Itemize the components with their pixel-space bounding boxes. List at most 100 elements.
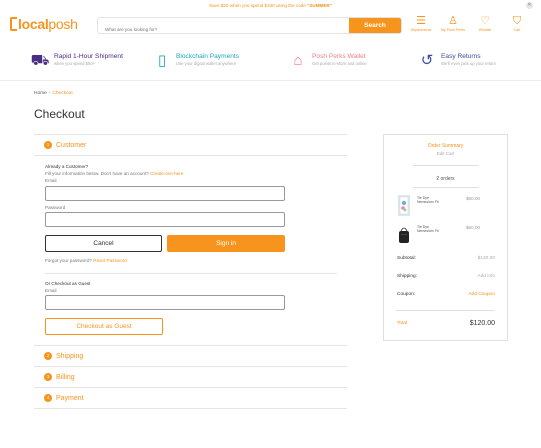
sign-in-button[interactable]: Sign in bbox=[167, 235, 285, 253]
forgot-password-text: Forgot your password? Reset Password bbox=[45, 258, 337, 265]
nav-label: Wishlist bbox=[478, 28, 492, 32]
site-header: localposh Search ☰ Departments ♙ My Posh… bbox=[0, 14, 541, 38]
checkout-steps: 1 Customer Already a Customer? Fill your… bbox=[34, 134, 347, 410]
user-icon: ♙ bbox=[448, 15, 458, 27]
guest-heading: Or Checkout as Guest bbox=[45, 280, 91, 286]
password-label: Password bbox=[45, 204, 66, 210]
step-number: 3 bbox=[44, 373, 52, 382]
feature-subtitle: when you spend $50+ bbox=[54, 61, 96, 66]
step-label: Payment bbox=[56, 394, 84, 402]
total-row: Total $120.00 bbox=[384, 320, 507, 327]
summary-divider bbox=[396, 310, 495, 311]
nav-label: My Posh Perks bbox=[440, 28, 466, 32]
feature-subtitle: Use your digital wallet anywhere bbox=[176, 61, 237, 66]
logo-sub: posh bbox=[48, 16, 78, 32]
step-shipping-header[interactable]: 2 Shipping bbox=[34, 345, 347, 366]
feature-title: Rapid 1-Hour Shipment bbox=[54, 53, 123, 60]
shipping-row: Shipping: Add info bbox=[384, 274, 507, 279]
subtotal-row: Subtotal: $120.00 bbox=[384, 256, 507, 261]
coupon-label: Coupon: bbox=[397, 292, 416, 297]
step-number: 4 bbox=[44, 394, 52, 403]
search-bar: Search bbox=[97, 17, 402, 34]
coupon-row: Coupon: Add Coupon bbox=[384, 292, 507, 297]
total-value: $120.00 bbox=[469, 320, 495, 327]
reset-password-link[interactable]: Reset Password bbox=[93, 258, 126, 263]
cart-item: Tie Dye Nemesium Fit $60.00 bbox=[396, 224, 496, 246]
breadcrumb-separator: › bbox=[48, 91, 51, 96]
feature-subtitle: Get points in-store and online bbox=[312, 61, 367, 66]
product-image bbox=[398, 195, 410, 216]
feature-title: Easy Returns bbox=[441, 53, 481, 60]
gift-icon: ⌂ bbox=[293, 52, 303, 69]
guest-email-field[interactable] bbox=[45, 295, 285, 311]
step-number: 2 bbox=[44, 352, 52, 361]
breadcrumb-home[interactable]: Home bbox=[34, 91, 47, 96]
item-price: $60.00 bbox=[466, 225, 481, 230]
phone-icon: ▯ bbox=[157, 52, 167, 69]
feature-title: Posh Perks Wallet bbox=[312, 53, 366, 60]
header-divider bbox=[0, 80, 541, 81]
total-label: Total bbox=[397, 321, 408, 326]
forgot-label: Forgot your password? bbox=[45, 258, 94, 264]
item-name: Tie Dye Nemesium Fit bbox=[417, 225, 439, 234]
already-customer-text: Already a Customer? bbox=[45, 164, 89, 169]
checkout-as-guest-button[interactable]: Checkout as Guest bbox=[45, 318, 163, 336]
logo-main: local bbox=[18, 16, 49, 32]
password-field[interactable] bbox=[45, 212, 285, 228]
features-strip: ⛟ Rapid 1-Hour Shipment when you spend $… bbox=[0, 51, 541, 71]
header-nav: ☰ Departments ♙ My Posh Perks ♡ Wishlist… bbox=[405, 15, 533, 32]
auth-buttons: Cancel Sign in bbox=[45, 235, 285, 253]
order-count: 2 orders bbox=[436, 176, 455, 182]
order-summary: Order Summary Edit Cart 2 orders Tie Dye… bbox=[383, 134, 508, 341]
cart-icon: ⛉ bbox=[512, 15, 522, 27]
summary-divider bbox=[413, 187, 479, 188]
shipping-label: Shipping: bbox=[397, 274, 418, 279]
nav-wishlist[interactable]: ♡ Wishlist bbox=[469, 15, 501, 32]
add-coupon-link[interactable]: Add Coupon bbox=[468, 292, 495, 297]
guest-checkout-section: Or Checkout as Guest Email Checkout as G… bbox=[45, 272, 337, 336]
shipping-value[interactable]: Add info bbox=[477, 274, 495, 279]
nav-departments[interactable]: ☰ Departments bbox=[405, 15, 437, 32]
promo-bar: Save $20 when you spend $100 using the c… bbox=[0, 0, 541, 11]
logo[interactable]: localposh bbox=[10, 16, 78, 32]
cart-item: Tie Dye Nemesium Fit $60.00 bbox=[396, 195, 496, 217]
returns-icon: ↺ bbox=[420, 52, 434, 69]
breadcrumb-current: Checkout bbox=[52, 91, 73, 96]
email-label: Email bbox=[45, 178, 57, 184]
nav-label: Departments bbox=[410, 28, 432, 32]
close-icon[interactable]: ✕ bbox=[526, 2, 533, 9]
customer-form: Already a Customer? Fill your informatio… bbox=[34, 155, 347, 345]
nav-cart[interactable]: ⛉ Cart bbox=[501, 15, 533, 32]
search-input[interactable] bbox=[98, 22, 350, 33]
feature-title: Blockchain Payments bbox=[176, 53, 240, 60]
step-number: 1 bbox=[44, 141, 52, 149]
subtotal-label: Subtotal: bbox=[397, 256, 416, 261]
edit-cart-link[interactable]: Edit Cart bbox=[384, 151, 507, 156]
cancel-button[interactable]: Cancel bbox=[45, 235, 162, 253]
item-price: $60.00 bbox=[466, 196, 481, 201]
logo-bracket-icon bbox=[10, 17, 17, 31]
search-button[interactable]: Search bbox=[349, 18, 401, 33]
item-name: Tie Dye Nemesium Fit bbox=[417, 196, 439, 205]
step-payment-header[interactable]: 4 Payment bbox=[34, 387, 347, 408]
fill-info-text: Fill your information below. Don't have … bbox=[45, 171, 337, 178]
step-label: Shipping bbox=[56, 352, 84, 360]
step-billing-header[interactable]: 3 Billing bbox=[34, 366, 347, 387]
guest-email-label: Email bbox=[45, 287, 57, 293]
email-field[interactable] bbox=[45, 185, 285, 201]
summary-divider bbox=[413, 165, 479, 166]
nav-posh-perks[interactable]: ♙ My Posh Perks bbox=[437, 15, 469, 32]
promo-code: "SUMMER" bbox=[307, 3, 332, 8]
truck-icon: ⛟ bbox=[30, 52, 50, 69]
create-account-link[interactable]: Create one here bbox=[150, 171, 183, 176]
product-image bbox=[399, 227, 409, 243]
order-summary-title: Order Summary bbox=[427, 143, 464, 149]
step-customer-header[interactable]: 1 Customer bbox=[34, 134, 347, 155]
fill-info-label: Fill your information below. Don't have … bbox=[45, 170, 151, 176]
page-title: Checkout bbox=[34, 107, 85, 121]
menu-icon: ☰ bbox=[416, 15, 426, 27]
feature-subtitle: We'll even pick up your return bbox=[441, 61, 496, 66]
step-label: Customer bbox=[56, 141, 87, 149]
step-label: Billing bbox=[56, 373, 75, 381]
steps-bottom-divider bbox=[34, 408, 347, 410]
